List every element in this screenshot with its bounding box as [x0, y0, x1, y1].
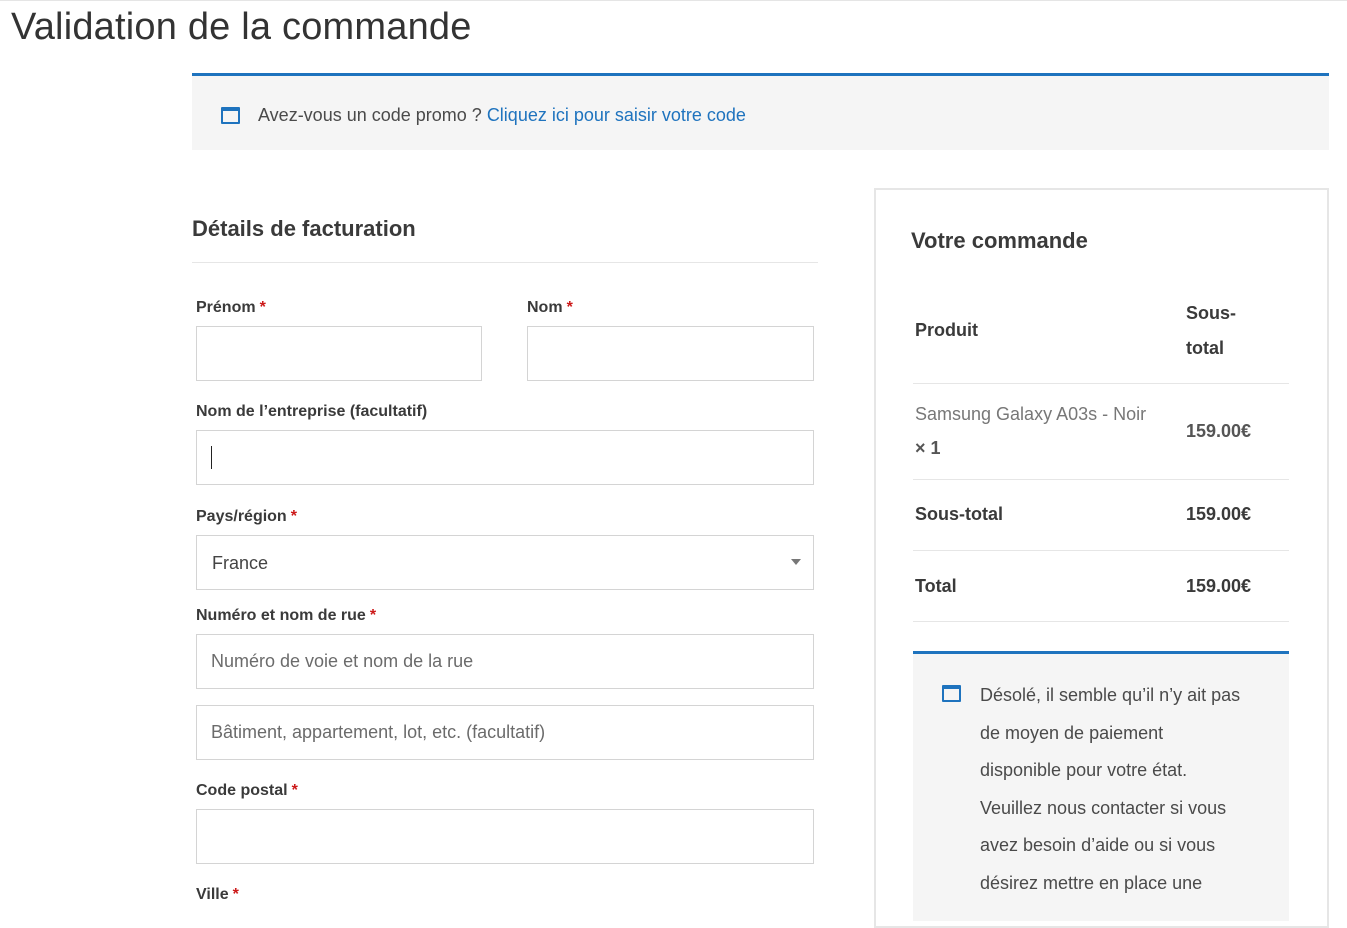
last-name-field[interactable]: [527, 326, 814, 381]
last-name-label-text: Nom: [527, 299, 563, 316]
col-header-subtotal-line2: total: [1186, 338, 1224, 358]
company-field[interactable]: [196, 430, 814, 485]
city-label-text: Ville: [196, 886, 229, 903]
window-icon: [221, 107, 240, 124]
billing-divider: [192, 262, 818, 263]
notice-line: disponible pour votre état.: [980, 760, 1188, 780]
postcode-label: Code postal *: [196, 782, 298, 800]
city-label: Ville *: [196, 886, 239, 904]
payment-notice: Désolé, il semble qu’il n’y ait pas de m…: [913, 651, 1289, 921]
table-divider: [913, 479, 1289, 480]
table-divider: [913, 550, 1289, 551]
postcode-field[interactable]: [196, 809, 814, 864]
country-label: Pays/région *: [196, 508, 297, 526]
total-label: Total: [915, 576, 957, 596]
notice-line: avez besoin d’aide ou si vous: [980, 835, 1216, 855]
billing-title: Détails de facturation: [192, 216, 416, 241]
first-name-label: Prénom *: [196, 299, 266, 317]
col-header-subtotal-line1: Sous-: [1186, 303, 1237, 323]
item-name: Samsung Galaxy A03s - Noir: [915, 404, 1147, 424]
first-name-field[interactable]: [196, 326, 482, 381]
item-quantity: × 1: [915, 438, 941, 458]
required-mark: *: [290, 508, 297, 525]
total-value: 159.00€: [1186, 576, 1252, 596]
required-mark: *: [232, 886, 239, 903]
notice-line: Désolé, il semble qu’il n’y ait pas: [980, 685, 1241, 705]
postcode-label-text: Code postal: [196, 782, 288, 799]
promo-code-link[interactable]: Cliquez ici pour saisir votre code: [487, 105, 746, 125]
subtotal-label: Sous-total: [915, 504, 1003, 524]
chevron-down-icon: [791, 559, 801, 565]
street-field[interactable]: [196, 634, 814, 689]
company-label: Nom de l’entreprise (facultatif): [196, 403, 428, 420]
subtotal-value: 159.00€: [1186, 504, 1252, 524]
country-select[interactable]: France: [196, 535, 814, 590]
promo-notice: Avez-vous un code promo ? Cliquez ici po…: [192, 73, 1329, 150]
required-mark: *: [566, 299, 573, 316]
country-select-value: France: [212, 553, 269, 573]
col-header-product: Produit: [915, 320, 978, 340]
notice-line: de moyen de paiement: [980, 722, 1164, 743]
country-label-text: Pays/région: [196, 508, 287, 525]
notice-line: Veuillez nous contacter si vous: [980, 797, 1227, 818]
street-label-text: Numéro et nom de rue: [196, 607, 366, 624]
page-title: Validation de la commande: [11, 6, 472, 48]
text-cursor: [211, 446, 212, 469]
table-divider: [913, 383, 1289, 384]
window-icon: [942, 685, 961, 702]
table-divider: [913, 621, 1289, 622]
top-divider: [0, 0, 1347, 1]
item-price: 159.00€: [1186, 421, 1252, 441]
payment-notice-text: Désolé, il semble qu’il n’y ait pas de m…: [980, 677, 1270, 902]
promo-text: Avez-vous un code promo ? Cliquez ici po…: [258, 105, 746, 126]
required-mark: *: [291, 782, 298, 799]
first-name-label-text: Prénom: [196, 299, 256, 316]
order-title: Votre commande: [911, 228, 1088, 253]
promo-question: Avez-vous un code promo ?: [258, 105, 482, 125]
required-mark: *: [259, 299, 266, 316]
street-label: Numéro et nom de rue *: [196, 607, 376, 625]
last-name-label: Nom *: [527, 299, 573, 317]
street2-field[interactable]: [196, 705, 814, 760]
notice-line: désirez mettre en place une: [980, 872, 1203, 893]
required-mark: *: [369, 607, 377, 624]
